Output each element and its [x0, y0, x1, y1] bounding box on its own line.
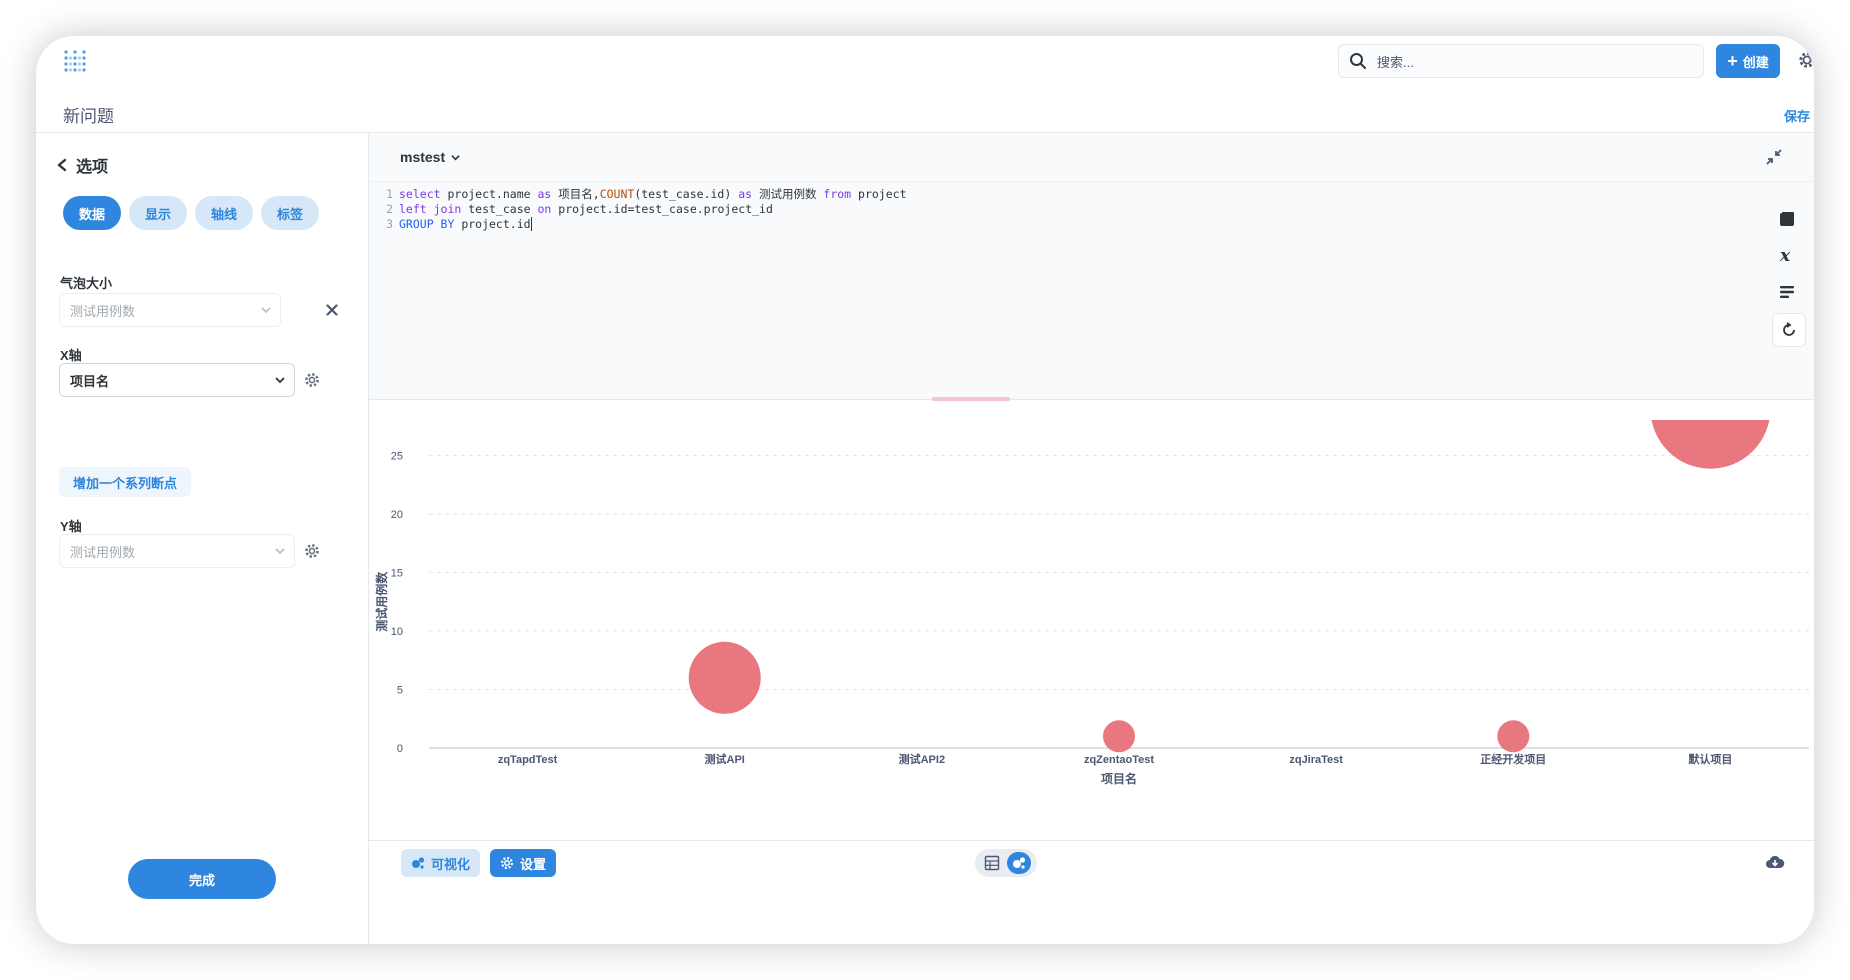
options-heading: 选项 [76, 159, 109, 176]
bubble-chart: 0 5 10 15 20 25 zqTapdTest 测试API 测试API2 zqZentaoT… [369, 400, 1814, 840]
line-number: 2 [386, 202, 393, 216]
collapse-editor-icon[interactable] [1766, 149, 1782, 165]
gear-icon[interactable] [304, 543, 320, 559]
line-number: 1 [386, 187, 393, 201]
code-line: 2 left join test_case on project.id=test_… [369, 202, 907, 217]
plus-icon: + [1727, 51, 1738, 71]
close-icon[interactable] [326, 304, 338, 316]
line-number: 3 [386, 217, 393, 231]
y-tick-label: 15 [391, 568, 403, 580]
y-axis-label: Y轴 [60, 519, 82, 534]
gear-icon [500, 856, 514, 870]
bubble-point [1651, 420, 1770, 469]
code-line: 3 GROUP BY project.id [369, 217, 907, 232]
y-tick-label: 20 [391, 509, 403, 521]
search-box[interactable] [1338, 44, 1704, 78]
x-tick-label: zqTapdTest [498, 754, 558, 766]
bubble-size-placeholder: 测试用例数 [70, 303, 136, 319]
bottom-toolbar: 可视化 设置 [369, 840, 1814, 944]
bubble-point [1497, 720, 1530, 753]
svg-text:x: x [1779, 246, 1791, 264]
sql-editor[interactable]: mstest 1 select project.name as 项目名, COUNT… [369, 133, 1814, 401]
tab-labels[interactable]: 标签 [261, 196, 320, 230]
x-tick-label: 默认项目 [1688, 752, 1732, 766]
tab-data[interactable]: 数据 [63, 196, 122, 230]
y-tick-label: 25 [391, 451, 403, 463]
chart-svg: 0 5 10 15 20 25 zqTapdTest 测试API 测试API2 zqZentaoT… [374, 420, 1809, 786]
download-cloud-icon[interactable] [1765, 855, 1785, 871]
visualization-button-label: 可视化 [431, 856, 471, 872]
snippets-icon[interactable] [1779, 285, 1795, 299]
chevron-down-icon [261, 307, 271, 314]
chart-settings-sidebar: 选项 数据 显示 轴线 标签 气泡大小 测试用例数 X轴 项目名 增加一个系列断… [36, 133, 369, 944]
metabase-logo-icon[interactable] [62, 48, 88, 74]
add-series-breakout-button[interactable]: 增加一个系列断点 [59, 467, 192, 497]
x-axis-value: 项目名 [70, 373, 110, 389]
variable-icon[interactable]: x [1779, 246, 1797, 264]
y-axis-title: 测试用例数 [374, 571, 389, 632]
sql-code[interactable]: 1 select project.name as 项目名, COUNT (test_c… [369, 187, 907, 232]
code-line: 1 select project.name as 项目名, COUNT (test_c… [369, 187, 906, 202]
y-tick-label: 10 [391, 626, 403, 638]
create-button[interactable]: + 创建 [1716, 44, 1780, 78]
create-button-label: 创建 [1742, 54, 1769, 70]
chevron-left-icon [57, 158, 67, 172]
tab-axes[interactable]: 轴线 [195, 196, 254, 230]
refresh-icon [1783, 322, 1795, 336]
back-to-options-button[interactable]: 选项 [56, 153, 108, 177]
top-navigation-bar: + 创建 [36, 36, 1814, 92]
x-axis-select[interactable]: 项目名 [59, 363, 295, 397]
database-name: mstest [400, 149, 446, 165]
x-axis-title: 项目名 [1101, 771, 1137, 786]
y-axis-select[interactable]: 测试用例数 [59, 534, 295, 568]
chart-settings-button-label: 设置 [520, 856, 547, 872]
x-tick-label: zqJiraTest [1289, 754, 1343, 766]
y-tick-label: 0 [397, 743, 403, 755]
chevron-down-icon [275, 377, 285, 384]
bubble-point [1103, 720, 1135, 753]
database-picker[interactable]: mstest [400, 149, 460, 165]
settings-gear-icon[interactable] [1798, 50, 1814, 70]
question-header: 新问题 保存 [36, 92, 1814, 133]
editor-divider [369, 181, 1814, 182]
x-tick-label: 测试API [705, 752, 745, 766]
bubble-point [688, 641, 761, 714]
search-input[interactable] [1375, 51, 1689, 73]
gear-icon[interactable] [304, 372, 320, 388]
x-tick-label: zqZentaoTest [1084, 754, 1154, 766]
settings-tabs: 数据 显示 轴线 标签 [63, 196, 320, 230]
chart-view-toggle[interactable] [1007, 852, 1031, 874]
x-axis-label: X轴 [60, 348, 82, 363]
tab-display[interactable]: 显示 [129, 196, 188, 230]
table-view-icon[interactable] [984, 855, 1000, 871]
bubble-size-label: 气泡大小 [60, 276, 113, 291]
bubble-size-select[interactable]: 测试用例数 [59, 293, 281, 327]
view-toggle[interactable] [975, 849, 1037, 877]
chart-settings-button[interactable]: 设置 [490, 849, 557, 877]
app-window: + 创建 新问题 保存 选项 数据 显示 轴线 标签 气泡大小 测试用例数 [36, 36, 1814, 944]
x-tick-label: 正经开发项目 [1480, 752, 1546, 766]
text-cursor [530, 217, 532, 231]
bubble-chart-icon [412, 857, 425, 869]
chevron-down-icon [275, 548, 285, 555]
y-axis-placeholder: 测试用例数 [70, 544, 136, 560]
data-reference-icon[interactable] [1779, 211, 1795, 227]
y-tick-label: 5 [397, 685, 403, 697]
page-title: 新问题 [63, 107, 114, 126]
x-tick-label: 测试API2 [899, 752, 945, 766]
chevron-down-icon [451, 154, 460, 160]
save-button[interactable]: 保存 [1784, 106, 1810, 125]
bubble-chart-icon [1013, 857, 1026, 869]
run-query-button[interactable] [1772, 313, 1806, 347]
search-icon [1350, 53, 1366, 69]
visualization-button[interactable]: 可视化 [401, 849, 481, 877]
done-button[interactable]: 完成 [128, 859, 276, 899]
